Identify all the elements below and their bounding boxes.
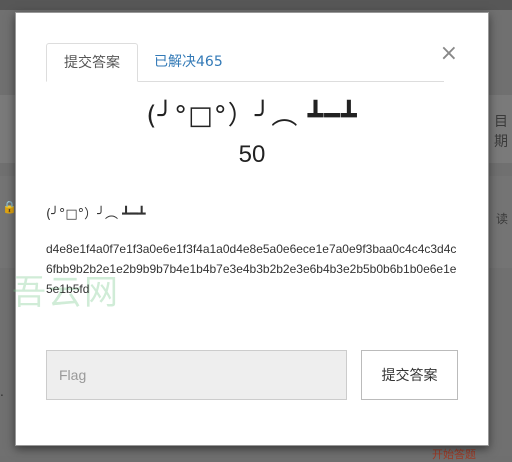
background-start-link: 开始答题 [432,448,476,461]
background-side-text: 目 期 [494,114,508,150]
tab-solved-count[interactable]: 已解决465 [154,43,223,81]
challenge-description-face: (╯°□°）╯︵ ┻━┻ [46,207,146,222]
submit-answer-button[interactable]: 提交答案 [361,350,458,400]
challenge-title: (╯°□°）╯︵ ┻━┻ [146,101,358,131]
flag-input[interactable] [46,350,347,400]
tab-submit-answer[interactable]: 提交答案 [46,43,138,82]
challenge-ciphertext: d4e8e1f4a0f7e1f3a0e6e1f3f4a1a0d4e8e5a0e6… [46,242,457,296]
challenge-modal: × 提交答案 已解决465 (╯°□°）╯︵ ┻━┻ 50 (╯°□°）╯︵ ┻… [12,12,489,446]
background-navbar [0,0,512,10]
background-side-text-2: 读 [495,212,508,226]
background-dot: . [0,385,4,399]
challenge-points: 50 [238,141,266,168]
modal-tabs: 提交答案 已解决465 [46,43,444,82]
